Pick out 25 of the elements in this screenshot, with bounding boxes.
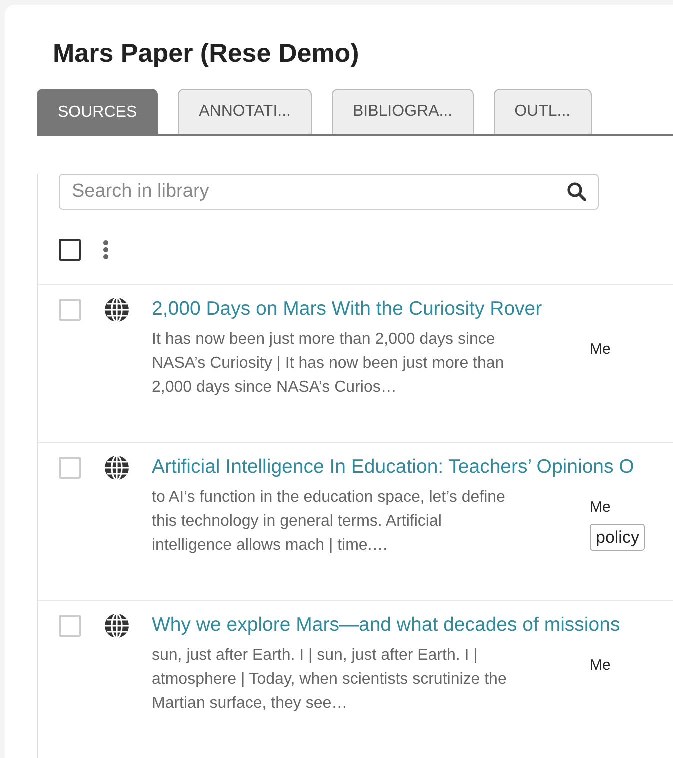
tab[interactable]: OUTL... xyxy=(494,89,592,134)
owner-label: Me xyxy=(590,656,611,676)
search-icon[interactable] xyxy=(567,182,587,202)
source-title-link[interactable]: Why we explore Mars—and what decades of missions xyxy=(152,614,620,636)
globe-icon xyxy=(104,455,130,482)
tab[interactable]: SOURCES xyxy=(37,89,158,136)
source-title-link[interactable]: 2,000 Days on Mars With the Curiosity Rover xyxy=(152,298,542,320)
more-options-icon[interactable] xyxy=(103,240,109,260)
tag[interactable]: policy xyxy=(590,524,646,552)
row-checkbox[interactable] xyxy=(59,615,81,638)
row-checkbox[interactable] xyxy=(59,457,81,480)
source-snippet: It has now been just more than 2,000 days since NASA’s Curiosity | It has now been just more than 2,000 days since NASA’s Curios… xyxy=(152,330,506,398)
page-title: Mars Paper (Rese Demo) xyxy=(53,38,360,70)
tab[interactable]: BIBLIOGRA... xyxy=(332,89,474,134)
source-title-link[interactable]: Artificial Intelligence In Education: Teachers’ Opinions O xyxy=(152,456,634,478)
row-checkbox[interactable] xyxy=(59,299,81,322)
owner-label: Me xyxy=(590,340,611,360)
globe-icon xyxy=(104,613,130,640)
search-field[interactable]: Search in library xyxy=(59,174,599,210)
source-snippet: to AI’s function in the education space, let’s define this technology in general terms. Artificial intelligence allows mach | time.… xyxy=(152,488,506,556)
select-all-checkbox[interactable] xyxy=(59,239,81,262)
source-snippet: sun, just after Earth. I | sun, just after Earth. I | atmosphere | Today, when scientists scrutinize the Martian surface, they see… xyxy=(152,646,508,714)
tab[interactable]: ANNOTATI... xyxy=(178,89,312,134)
owner-label: Me xyxy=(590,498,611,518)
globe-icon xyxy=(104,297,130,324)
